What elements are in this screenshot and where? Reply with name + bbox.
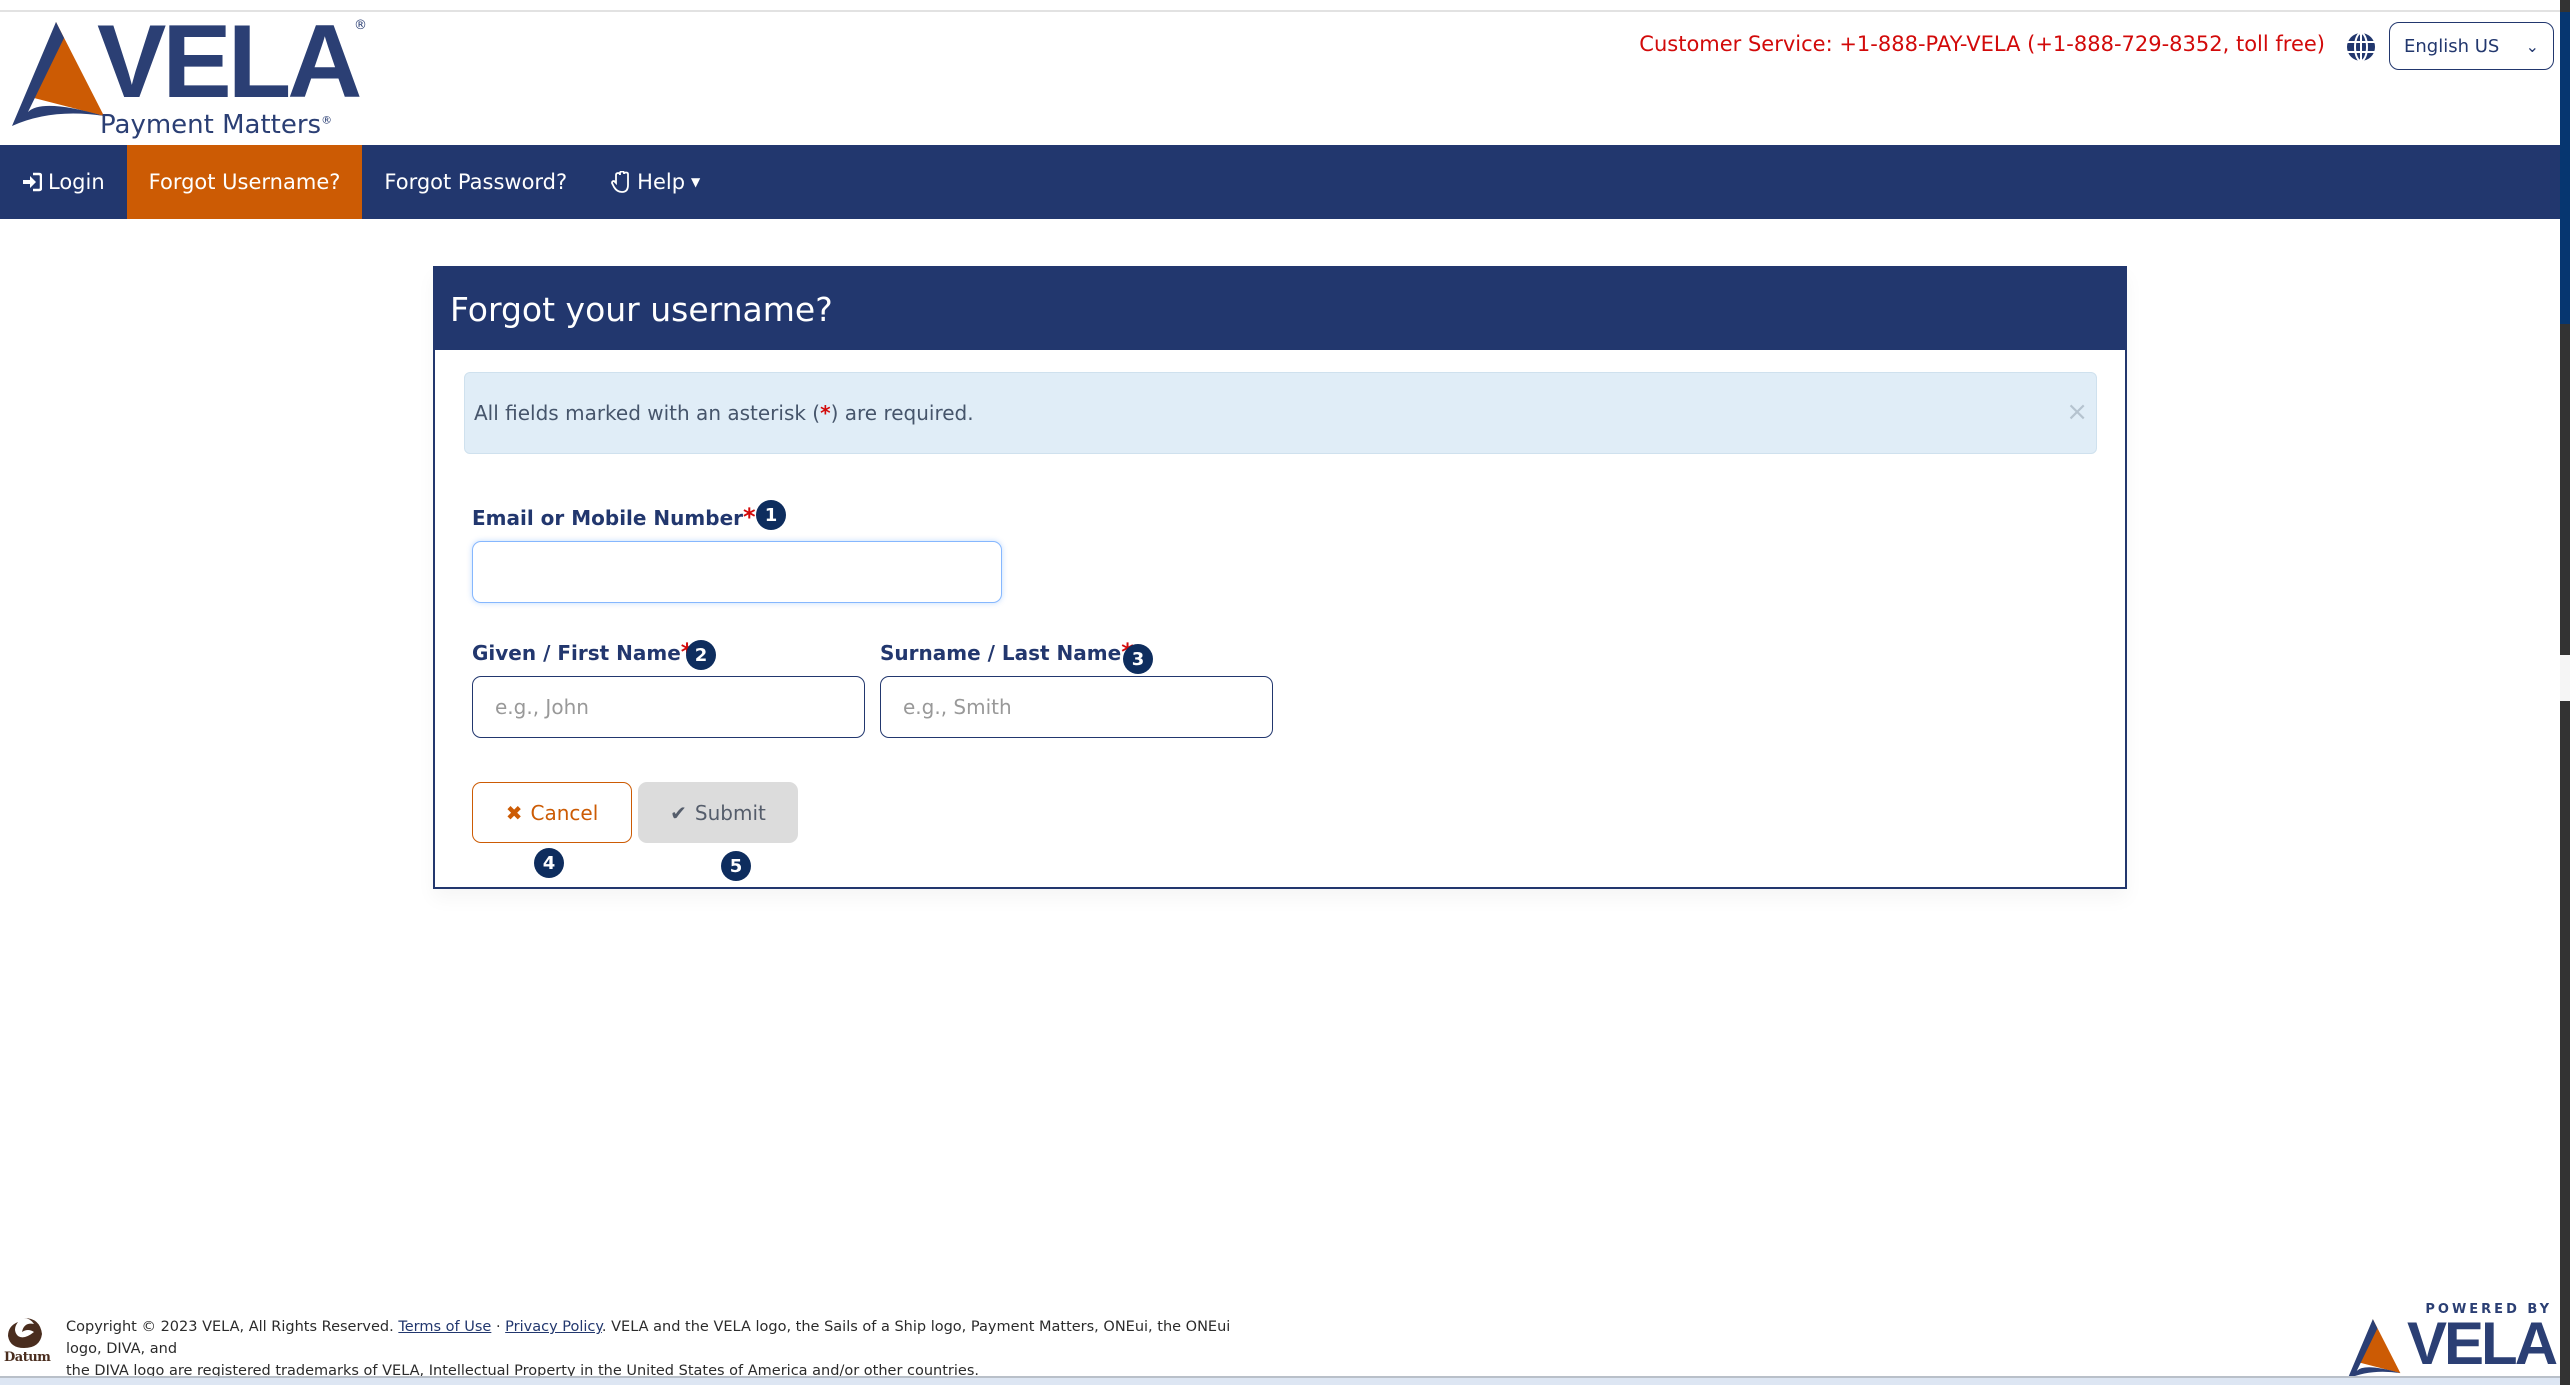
terms-of-use-link[interactable]: Terms of Use (398, 1319, 491, 1335)
language-selected-value: English US (2404, 35, 2500, 57)
powered-by-wordmark: VELA (2407, 1310, 2558, 1377)
nav-login[interactable]: Login (0, 145, 127, 219)
nav-forgot-password-label: Forgot Password? (384, 170, 568, 194)
adjacent-window-gap (2560, 655, 2570, 701)
powered-by-vela-logo: POWERED BY VELA (2343, 1300, 2558, 1379)
required-fields-alert: All fields marked with an asterisk (*) a… (464, 372, 2097, 454)
adjacent-window-edge (2560, 0, 2570, 1385)
email-or-mobile-input[interactable] (472, 541, 1002, 603)
bottom-edge (0, 1376, 2560, 1385)
last-name-input[interactable] (880, 676, 1273, 738)
sign-in-icon (22, 172, 42, 192)
logo-tagline: Payment Matters® (100, 110, 333, 140)
nav-forgot-username[interactable]: Forgot Username? (126, 145, 363, 219)
chevron-down-icon: ⌄ (2525, 36, 2539, 56)
checkmark-icon: ✔ (670, 800, 687, 825)
forgot-username-card: Forgot your username? All fields marked … (433, 266, 2127, 889)
sail-logo-icon (12, 22, 104, 126)
footer-legal-text: Copyright © 2023 VELA, All Rights Reserv… (66, 1316, 1266, 1382)
caret-down-icon: ▼ (691, 175, 701, 189)
nav-forgot-password[interactable]: Forgot Password? (362, 145, 589, 219)
nav-help-label: Help (637, 170, 686, 194)
first-name-input[interactable] (472, 676, 865, 738)
datum-logo: Datum (4, 1316, 54, 1368)
submit-button-label: Submit (694, 800, 766, 825)
close-icon[interactable]: × (2066, 397, 2088, 427)
nav-help-dropdown[interactable]: Help ▼ (589, 145, 722, 219)
customer-service-phone: Customer Service: +1-888-PAY-VELA (+1-88… (1639, 32, 2325, 56)
nav-forgot-username-label: Forgot Username? (148, 170, 341, 194)
hand-icon (611, 171, 631, 193)
card-title: Forgot your username? (435, 268, 2125, 350)
top-divider (0, 10, 2560, 12)
annotation-badge-2: 2 (686, 640, 716, 670)
footer-line-1: Copyright © 2023 VELA, All Rights Reserv… (66, 1319, 1231, 1357)
adjacent-window-accent (2560, 12, 2570, 324)
cancel-button[interactable]: ✖ Cancel (472, 782, 632, 843)
main-navbar: Login Forgot Username? Forgot Password? … (0, 145, 2560, 219)
close-x-icon: ✖ (505, 800, 523, 825)
globe-icon (2345, 31, 2377, 63)
annotation-badge-4: 4 (534, 848, 564, 878)
annotation-badge-5: 5 (721, 851, 751, 881)
privacy-policy-link[interactable]: Privacy Policy (505, 1319, 602, 1335)
vela-logo[interactable]: VELA ® Payment Matters® (12, 10, 382, 144)
datum-swirl-icon (8, 1318, 42, 1348)
annotation-badge-1: 1 (756, 500, 786, 530)
first-name-label: Given / First Name* (472, 638, 693, 666)
last-name-label: Surname / Last Name* (880, 638, 1134, 666)
submit-button[interactable]: ✔ Submit (638, 782, 798, 843)
alert-text: All fields marked with an asterisk (*) a… (474, 401, 974, 425)
registered-mark: ® (354, 18, 367, 33)
language-select[interactable]: English US ⌄ (2389, 22, 2554, 70)
datum-wordmark: Datum (4, 1350, 51, 1365)
sail-logo-icon (2347, 1319, 2401, 1379)
email-label: Email or Mobile Number* (472, 503, 756, 531)
logo-wordmark: VELA (97, 4, 362, 120)
annotation-badge-3: 3 (1123, 644, 1153, 674)
nav-login-label: Login (48, 170, 105, 194)
cancel-button-label: Cancel (530, 800, 599, 825)
